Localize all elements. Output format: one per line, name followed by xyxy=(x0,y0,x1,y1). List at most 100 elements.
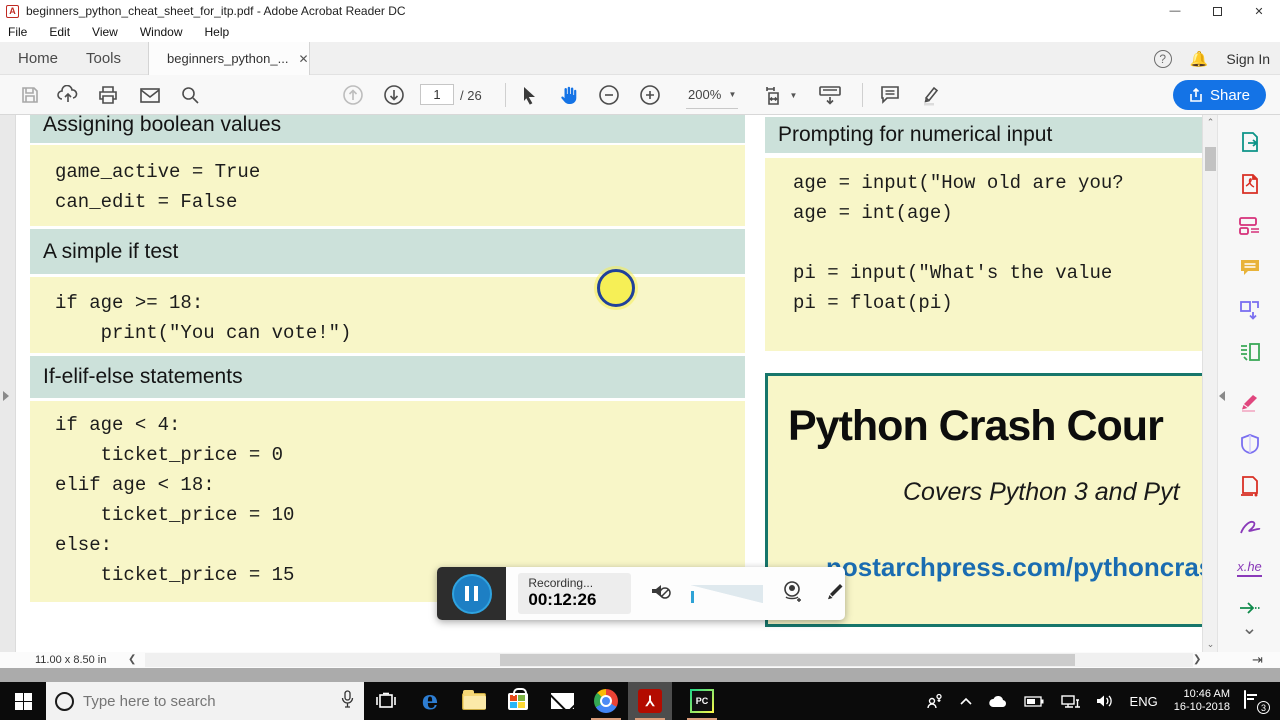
presentation-mode-icon[interactable] xyxy=(810,75,850,115)
open-nav-pane-arrow-icon[interactable] xyxy=(3,391,9,401)
acrobat-taskbar-icon[interactable]: ⅄ xyxy=(628,682,672,720)
protect-icon[interactable] xyxy=(1218,429,1280,459)
taskbar-search[interactable] xyxy=(46,682,364,720)
comment-tool-icon[interactable] xyxy=(872,75,908,115)
scroll-right-icon[interactable]: ❯ xyxy=(1193,654,1201,665)
restore-button[interactable] xyxy=(1196,0,1238,22)
section-header: If-elif-else statements xyxy=(30,356,745,398)
volume-icon[interactable] xyxy=(1096,694,1114,708)
cloud-upload-icon[interactable] xyxy=(50,75,86,115)
horizontal-scrollbar[interactable] xyxy=(145,653,1193,667)
comment-panel-icon[interactable] xyxy=(1218,253,1280,283)
clock-date: 16-10-2018 xyxy=(1173,701,1230,713)
adobe-sign-icon[interactable]: x.he xyxy=(1218,553,1280,583)
task-view-button[interactable] xyxy=(364,682,408,720)
previous-page-icon[interactable] xyxy=(336,75,370,115)
sign-in-button[interactable]: Sign In xyxy=(1226,51,1270,67)
vertical-scrollbar[interactable]: ⌃ ⌄ xyxy=(1202,115,1217,652)
menu-edit[interactable]: Edit xyxy=(38,22,81,42)
fit-width-icon[interactable]: ▼ xyxy=(758,75,802,115)
book-link[interactable]: nostarchpress.com/pythoncrash xyxy=(826,552,1220,583)
recording-status-label: Recording... xyxy=(528,576,594,590)
select-tool-icon[interactable] xyxy=(512,75,546,115)
hidden-icons-chevron[interactable] xyxy=(959,697,972,705)
more-tools-chevron-icon[interactable]: ⌄ xyxy=(1218,613,1280,643)
notification-bell-icon[interactable]: 🔔 xyxy=(1190,50,1209,68)
search-icon[interactable] xyxy=(172,75,208,115)
email-icon[interactable] xyxy=(132,75,168,115)
redact-icon[interactable] xyxy=(1218,387,1280,417)
microphone-icon[interactable] xyxy=(341,690,354,712)
save-icon[interactable] xyxy=(12,75,48,115)
edge-taskbar-icon[interactable]: e xyxy=(408,682,452,720)
action-center-icon[interactable]: 3 xyxy=(1244,690,1270,714)
search-input[interactable] xyxy=(83,692,341,710)
people-icon[interactable] xyxy=(926,693,944,709)
battery-icon[interactable] xyxy=(1023,695,1044,707)
mute-speaker-icon[interactable] xyxy=(649,579,675,608)
export-pdf-icon[interactable] xyxy=(1218,127,1280,157)
zoom-level-dropdown[interactable]: 200% ▼ xyxy=(686,81,739,109)
horizontal-scroll-thumb[interactable] xyxy=(500,654,1075,666)
menu-file[interactable]: File xyxy=(0,22,38,42)
close-button[interactable]: ✕ xyxy=(1238,0,1280,22)
code-block: if age >= 18: print("You can vote!") xyxy=(30,277,745,353)
edit-pdf-icon[interactable] xyxy=(1218,211,1280,241)
help-icon[interactable]: ? xyxy=(1153,49,1172,68)
zoom-out-icon[interactable] xyxy=(592,75,626,115)
fill-sign-icon[interactable] xyxy=(1218,513,1280,543)
combine-files-icon[interactable] xyxy=(1218,295,1280,325)
scroll-left-icon[interactable]: ❮ xyxy=(128,654,136,665)
system-tray: ENG 10:46 AM 16-10-2018 3 xyxy=(918,682,1280,720)
pause-button[interactable] xyxy=(451,573,492,614)
scroll-up-icon[interactable]: ⌃ xyxy=(1203,117,1218,128)
print-icon[interactable] xyxy=(90,75,126,115)
draw-pencil-icon[interactable] xyxy=(821,579,845,608)
open-tools-pane-icon[interactable]: ⇥ xyxy=(1252,652,1263,668)
page-size-label: 11.00 x 8.50 in xyxy=(35,654,107,666)
collapse-tools-pane-arrow-icon[interactable] xyxy=(1219,391,1225,401)
next-page-icon[interactable] xyxy=(377,75,411,115)
mail-taskbar-icon[interactable] xyxy=(540,682,584,720)
window-bottom-edge xyxy=(0,668,1280,682)
section-header: Prompting for numerical input xyxy=(765,117,1220,153)
language-indicator[interactable]: ENG xyxy=(1130,694,1158,709)
taskbar-clock[interactable]: 10:46 AM 16-10-2018 xyxy=(1174,688,1230,714)
menu-view[interactable]: View xyxy=(81,22,129,42)
volume-slider[interactable] xyxy=(691,584,763,603)
highlighter-tool-icon[interactable] xyxy=(912,75,948,115)
tab-tools[interactable]: Tools xyxy=(68,42,139,75)
menu-bar: File Edit View Window Help xyxy=(0,22,1280,42)
vertical-scroll-thumb[interactable] xyxy=(1205,147,1216,171)
start-button[interactable] xyxy=(0,682,46,720)
onedrive-icon[interactable] xyxy=(988,695,1008,708)
recording-toolbar: Recording... 00:12:26 xyxy=(437,567,845,620)
compress-pdf-icon[interactable] xyxy=(1218,471,1280,501)
tab-document-label: beginners_python_... xyxy=(167,51,289,66)
file-explorer-taskbar-icon[interactable] xyxy=(452,682,496,720)
main-toolbar: / 26 200% ▼ ▼ xyxy=(0,75,1280,115)
organize-pages-icon[interactable] xyxy=(1218,337,1280,367)
code-block: age = input("How old are you? age = int(… xyxy=(765,158,1220,351)
network-icon[interactable] xyxy=(1060,694,1080,709)
notification-count-badge: 3 xyxy=(1257,701,1270,714)
create-pdf-icon[interactable] xyxy=(1218,169,1280,199)
code-block: game_active = True can_edit = False xyxy=(30,145,745,226)
scroll-down-icon[interactable]: ⌄ xyxy=(1203,639,1218,650)
store-taskbar-icon[interactable] xyxy=(496,682,540,720)
page-number-input[interactable] xyxy=(420,84,454,105)
windows-taskbar: e ⅄ PC ENG xyxy=(0,682,1280,720)
zoom-in-icon[interactable] xyxy=(633,75,667,115)
webcam-icon[interactable] xyxy=(779,578,805,609)
minimize-button[interactable]: — xyxy=(1154,0,1196,22)
chrome-taskbar-icon[interactable] xyxy=(584,682,628,720)
tab-home[interactable]: Home xyxy=(0,42,76,75)
share-button[interactable]: Share xyxy=(1172,80,1266,110)
tab-close-icon[interactable]: ✕ xyxy=(298,52,308,66)
menu-window[interactable]: Window xyxy=(129,22,194,42)
menu-help[interactable]: Help xyxy=(194,22,241,42)
pycharm-taskbar-icon[interactable]: PC xyxy=(680,682,724,720)
hand-tool-icon[interactable] xyxy=(551,75,587,115)
tab-document[interactable]: beginners_python_... ✕ xyxy=(148,42,310,75)
acrobat-app-icon: A xyxy=(6,4,19,18)
